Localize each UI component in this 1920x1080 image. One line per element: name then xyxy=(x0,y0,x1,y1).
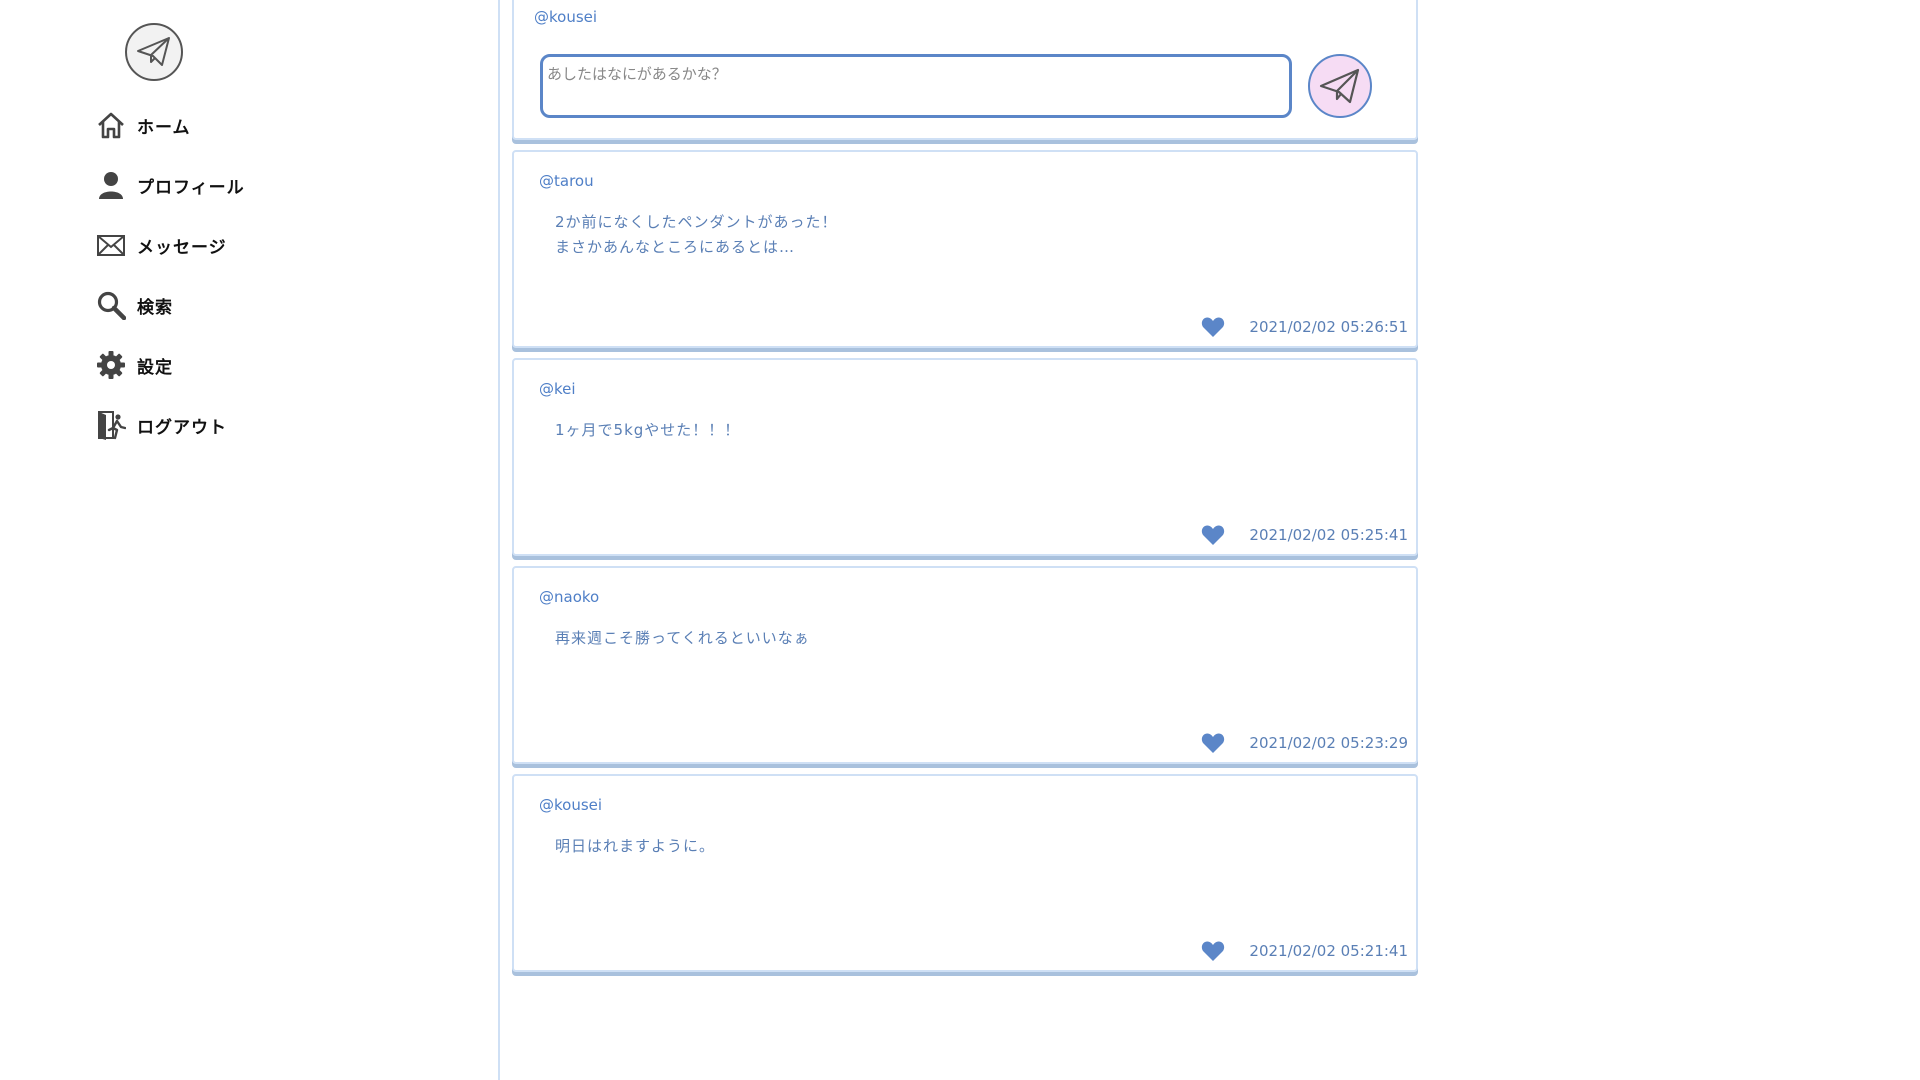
sidebar-item-label: プロフィール xyxy=(137,177,245,198)
post-timestamp: 2021/02/02 05:21:41 xyxy=(1249,942,1408,960)
sidebar-item-logout[interactable]: ログアウト xyxy=(95,395,395,455)
sidebar-item-label: ログアウト xyxy=(137,417,227,438)
mail-icon xyxy=(95,229,127,261)
heart-icon[interactable] xyxy=(1201,524,1225,546)
post-card: @kousei 明日はれますように。 2021/02/02 05:21:41 xyxy=(512,774,1418,972)
logout-icon xyxy=(95,409,127,441)
logo[interactable] xyxy=(125,23,183,81)
sidebar-item-home[interactable]: ホーム xyxy=(95,95,395,155)
post-footer: 2021/02/02 05:25:41 xyxy=(1201,524,1408,546)
composer-username: @kousei xyxy=(534,8,598,26)
sidebar: ホーム プロフィール メッセージ 検索 設定 ログアウト xyxy=(0,0,500,1080)
post-username[interactable]: @tarou xyxy=(539,172,594,190)
post-composer: @kousei xyxy=(512,0,1418,140)
post-footer: 2021/02/02 05:26:51 xyxy=(1201,316,1408,338)
sidebar-item-label: メッセージ xyxy=(137,237,227,258)
sidebar-item-search[interactable]: 検索 xyxy=(95,275,395,335)
sidebar-nav: ホーム プロフィール メッセージ 検索 設定 ログアウト xyxy=(95,95,395,455)
post-footer: 2021/02/02 05:23:29 xyxy=(1201,732,1408,754)
post-timestamp: 2021/02/02 05:26:51 xyxy=(1249,318,1408,336)
post-card: @naoko 再来週こそ勝ってくれるといいなぁ 2021/02/02 05:23… xyxy=(512,566,1418,764)
sidebar-item-profile[interactable]: プロフィール xyxy=(95,155,395,215)
post-timestamp: 2021/02/02 05:23:29 xyxy=(1249,734,1408,752)
heart-icon[interactable] xyxy=(1201,316,1225,338)
post-input[interactable] xyxy=(540,54,1292,118)
post-body: 1ヶ月で5kgやせた！！！ xyxy=(555,421,741,439)
sidebar-item-settings[interactable]: 設定 xyxy=(95,335,395,395)
sidebar-item-label: 設定 xyxy=(137,357,173,378)
post-timestamp: 2021/02/02 05:25:41 xyxy=(1249,526,1408,544)
post-card: @kei 1ヶ月で5kgやせた！！！ 2021/02/02 05:25:41 xyxy=(512,358,1418,556)
post-footer: 2021/02/02 05:21:41 xyxy=(1201,940,1408,962)
search-icon xyxy=(95,289,127,321)
post-body: 再来週こそ勝ってくれるといいなぁ xyxy=(555,629,810,647)
post-card: @tarou 2か前になくしたペンダントがあった！ まさかあんなところにあるとは… xyxy=(512,150,1418,348)
post-body: 明日はれますように。 xyxy=(555,837,716,855)
post-username[interactable]: @kousei xyxy=(539,796,602,814)
sidebar-item-label: ホーム xyxy=(137,117,191,138)
user-icon xyxy=(95,169,127,201)
post-username[interactable]: @kei xyxy=(539,380,576,398)
sidebar-item-messages[interactable]: メッセージ xyxy=(95,215,395,275)
sidebar-item-label: 検索 xyxy=(137,297,173,318)
timeline: @kousei @tarou 2か前になくしたペンダントがあった！ まさかあんな… xyxy=(512,0,1418,972)
heart-icon[interactable] xyxy=(1201,732,1225,754)
home-icon xyxy=(95,109,127,141)
paper-plane-icon xyxy=(137,37,170,66)
paper-plane-icon xyxy=(1319,68,1360,104)
send-button[interactable] xyxy=(1308,54,1372,118)
heart-icon[interactable] xyxy=(1201,940,1225,962)
gear-icon xyxy=(95,349,127,381)
post-username[interactable]: @naoko xyxy=(539,588,599,606)
post-body: 2か前になくしたペンダントがあった！ まさかあんなところにあるとは… xyxy=(555,213,838,256)
